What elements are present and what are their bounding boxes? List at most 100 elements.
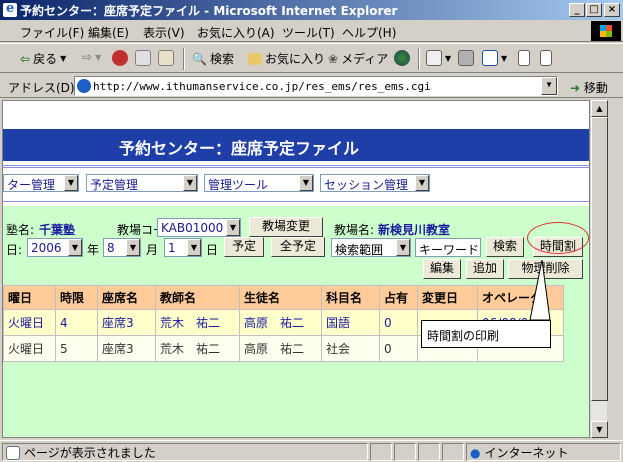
search-icon: 🔍: [192, 51, 207, 66]
table-cell: 座席3: [97, 335, 156, 362]
research-button[interactable]: [540, 50, 552, 66]
menu-tools[interactable]: ツール(T): [282, 24, 335, 41]
header-cell[interactable]: 教師名: [155, 285, 240, 310]
status-pane: [370, 443, 392, 461]
search-range-select[interactable]: 検索範囲 ▼: [331, 238, 411, 257]
nav-select-label: 管理ツール: [208, 178, 269, 192]
chevron-down-icon: ▼: [64, 175, 78, 191]
status-pane: [394, 443, 416, 461]
favorites-label: お気に入り: [265, 52, 326, 66]
table-cell: 荒木 祐二: [155, 335, 240, 362]
header-cell[interactable]: 科目名: [321, 285, 380, 310]
kyoba-code-select[interactable]: KAB01000 ▼: [157, 218, 241, 237]
header-cell[interactable]: 座席名: [97, 285, 156, 310]
month-unit: 月: [146, 243, 159, 257]
menu-favorites[interactable]: お気に入り(A): [197, 24, 275, 41]
search-button[interactable]: 🔍 検索: [192, 50, 234, 67]
menu-help[interactable]: ヘルプ(H): [342, 24, 396, 41]
title-bar: 予約センター：座席予定ファイル - Microsoft Internet Exp…: [0, 0, 623, 20]
back-arrow-icon: ⇦: [20, 51, 31, 66]
juku-value: 千葉塾: [39, 223, 76, 237]
close-button[interactable]: ×: [604, 3, 620, 17]
edit-button[interactable]: 編集: [423, 259, 461, 279]
discuss-icon: [518, 50, 530, 66]
menu-file[interactable]: ファイル(F): [20, 24, 84, 41]
chevron-down-icon: ▼: [415, 175, 429, 191]
print-button[interactable]: [458, 50, 474, 66]
kyoba-name-label: 教場名:: [334, 223, 375, 237]
history-button[interactable]: [394, 50, 410, 66]
edit-page-button[interactable]: ▼: [482, 50, 507, 66]
scroll-thumb[interactable]: [591, 117, 608, 401]
chevron-down-icon: ▼: [396, 239, 410, 256]
address-input[interactable]: http://www.ithumanservice.co.jp/res_ems/…: [74, 76, 558, 96]
address-bar: アドレス(D) http://www.ithumanservice.co.jp/…: [0, 74, 623, 98]
minimize-button[interactable]: _: [569, 3, 585, 17]
callout-pointer: [529, 259, 551, 321]
chevron-down-icon: ▼: [187, 239, 201, 256]
ie-icon: [3, 1, 17, 17]
header-cell[interactable]: 生徒名: [239, 285, 322, 310]
menu-view[interactable]: 表示(V): [143, 24, 185, 41]
date-label: 日:: [6, 243, 23, 257]
kyoba-change-button[interactable]: 教場変更: [249, 217, 323, 237]
stop-button[interactable]: [112, 50, 128, 66]
nav-select-schedule[interactable]: 予定管理 ▼: [86, 174, 198, 192]
juku-label: 塾名:: [6, 223, 35, 237]
nav-select-center[interactable]: ター管理 ▼: [3, 174, 79, 192]
mail-button[interactable]: ▼: [426, 50, 451, 66]
table-cell: 0: [379, 335, 418, 362]
table-cell: 座席3: [97, 309, 156, 336]
chevron-down-icon: ▼: [501, 53, 508, 63]
header-cell[interactable]: 時限: [55, 285, 98, 310]
nav-select-tools[interactable]: 管理ツール ▼: [204, 174, 314, 192]
nav-select-label: セッション管理: [324, 178, 409, 192]
table-cell: 5: [55, 335, 98, 362]
header-cell[interactable]: 占有: [379, 285, 418, 310]
month-select[interactable]: 8 ▼: [103, 238, 141, 257]
year-select[interactable]: 2006 ▼: [27, 238, 83, 257]
scroll-up-button[interactable]: ▲: [591, 100, 608, 117]
address-url: http://www.ithumanservice.co.jp/res_ems/…: [93, 80, 431, 93]
month-value: 8: [107, 241, 115, 255]
menu-edit[interactable]: 編集(E): [88, 24, 129, 41]
back-label: 戻る: [33, 52, 58, 66]
page-done-icon: [6, 445, 20, 460]
header-cell[interactable]: 変更日: [417, 285, 478, 310]
kyoba-name-value: 新検見川教室: [378, 223, 451, 237]
scroll-down-button[interactable]: ▼: [591, 421, 608, 438]
header-cell[interactable]: 曜日: [3, 285, 56, 310]
nav-select-session[interactable]: セッション管理 ▼: [320, 174, 430, 192]
all-yotei-button[interactable]: 全予定: [271, 237, 325, 257]
table-cell: 4: [55, 309, 98, 336]
chevron-down-icon[interactable]: ▼: [541, 77, 557, 95]
back-button[interactable]: ⇦ 戻る ▼: [20, 50, 66, 67]
media-label: メディア: [341, 52, 389, 66]
table-header-row: 曜日 時限 座席名 教師名 生徒名 科目名 占有 変更日 オペレータ: [3, 285, 564, 310]
zone-text: インターネット: [484, 446, 569, 460]
favorites-button[interactable]: お気に入り: [248, 50, 325, 67]
printer-icon: [458, 50, 474, 66]
table-cell: 火曜日: [3, 335, 56, 362]
chevron-down-icon: ▼: [226, 219, 240, 236]
search-button[interactable]: 検索: [486, 237, 524, 257]
keyword-input[interactable]: キーワード: [415, 238, 481, 257]
add-button[interactable]: 追加: [466, 259, 504, 279]
divider: [3, 165, 589, 166]
vertical-scrollbar[interactable]: ▲ ▼: [590, 100, 608, 438]
go-button[interactable]: ➜ 移動: [570, 79, 608, 96]
day-select[interactable]: 1 ▼: [164, 238, 202, 257]
yotei-button[interactable]: 予定: [224, 237, 264, 257]
forward-button[interactable]: ⇨ ▼: [82, 50, 101, 64]
maximize-button[interactable]: □: [586, 3, 602, 17]
refresh-icon: [135, 50, 151, 66]
chevron-down-icon: ▼: [126, 239, 140, 256]
globe-icon: ●: [470, 445, 481, 460]
refresh-button[interactable]: [135, 50, 151, 66]
discuss-button[interactable]: [518, 50, 530, 66]
media-button[interactable]: ❀ メディア: [328, 50, 388, 67]
home-button[interactable]: [158, 50, 174, 66]
toolbar-separator: [183, 48, 185, 70]
search-range-value: 検索範囲: [335, 243, 384, 257]
menu-bar: ファイル(F) 編集(E) 表示(V) お気に入り(A) ツール(T) ヘルプ(…: [0, 20, 623, 42]
